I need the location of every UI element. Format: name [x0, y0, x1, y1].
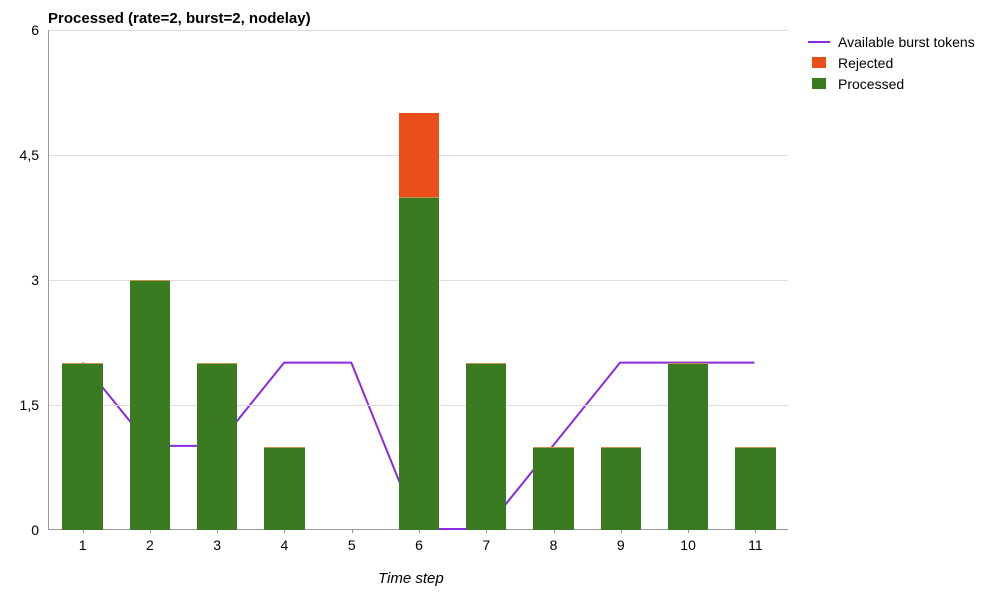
- legend-item: Processed: [808, 74, 975, 93]
- x-axis-label: Time step: [378, 570, 444, 587]
- x-tick-label: 4: [254, 537, 314, 553]
- chart: Processed (rate=2, burst=2, nodelay) 01,…: [0, 0, 1000, 609]
- legend-item: Rejected: [808, 53, 975, 72]
- bar-processed: [130, 280, 170, 530]
- x-tick-label: 5: [322, 537, 382, 553]
- bar-processed: [466, 363, 506, 530]
- legend-item: Available burst tokens: [808, 32, 975, 51]
- legend-label: Rejected: [838, 55, 893, 71]
- bar-processed: [197, 363, 237, 530]
- x-tick-label: 1: [53, 537, 113, 553]
- y-tick-label: 3: [9, 272, 39, 288]
- y-tick-label: 4,5: [9, 147, 39, 163]
- plot-area: 01,534,561234567891011: [48, 30, 788, 530]
- bar-processed: [533, 447, 573, 530]
- x-tick-label: 10: [658, 537, 718, 553]
- x-tick-label: 2: [120, 537, 180, 553]
- grid-line: [49, 30, 788, 31]
- y-tick-label: 0: [9, 522, 39, 538]
- legend-color-swatch: [812, 57, 826, 68]
- bar-processed: [399, 197, 439, 530]
- bar-processed: [601, 447, 641, 530]
- y-tick-label: 1,5: [9, 397, 39, 413]
- legend-label: Available burst tokens: [838, 34, 975, 50]
- y-tick-label: 6: [9, 22, 39, 38]
- x-tick-mark: [352, 529, 353, 533]
- bar-rejected: [399, 113, 439, 196]
- bar-processed: [62, 363, 102, 530]
- x-tick-label: 11: [725, 537, 785, 553]
- x-tick-label: 7: [456, 537, 516, 553]
- legend-line-swatch: [808, 41, 830, 43]
- bar-processed: [264, 447, 304, 530]
- x-tick-label: 3: [187, 537, 247, 553]
- legend-label: Processed: [838, 76, 904, 92]
- bar-processed: [735, 447, 775, 530]
- chart-title: Processed (rate=2, burst=2, nodelay): [48, 10, 311, 27]
- x-tick-label: 9: [591, 537, 651, 553]
- legend-color-swatch: [812, 78, 826, 89]
- legend: Available burst tokens Rejected Processed: [808, 32, 975, 95]
- x-tick-label: 6: [389, 537, 449, 553]
- bar-processed: [668, 363, 708, 530]
- x-tick-label: 8: [524, 537, 584, 553]
